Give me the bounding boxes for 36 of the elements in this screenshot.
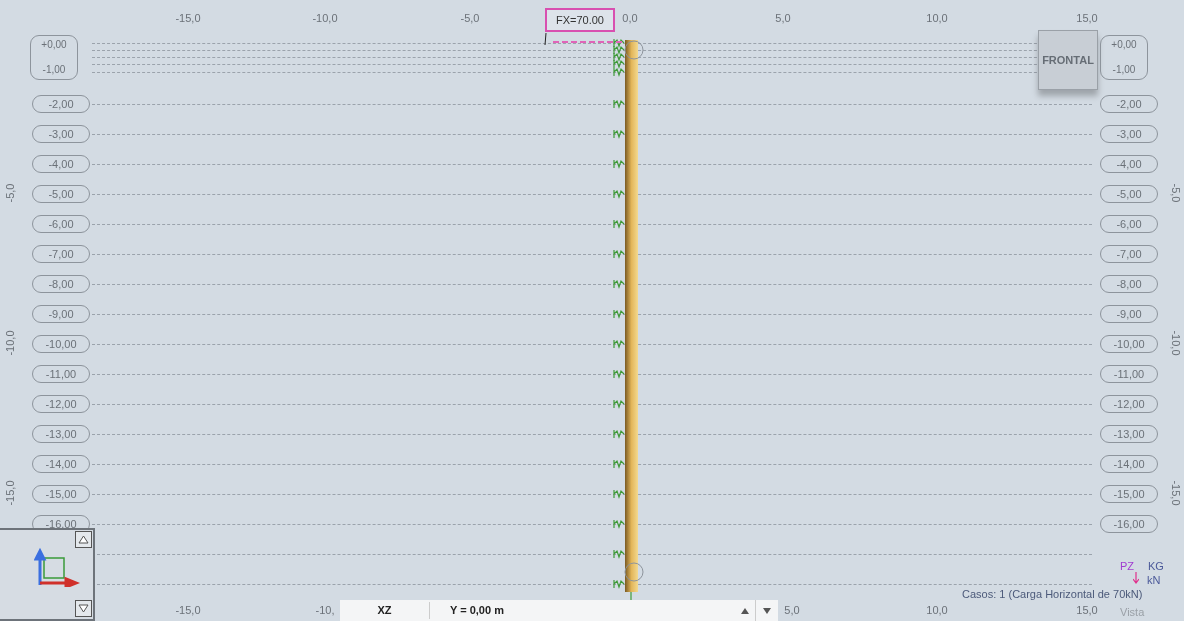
ruler-label: -5,0	[1169, 182, 1184, 205]
ruler-label: -5,0	[460, 11, 480, 26]
ruler-label: 5,0	[784, 603, 800, 618]
ruler-label: 5,0	[775, 11, 791, 26]
ruler-label: 15,0	[1076, 603, 1098, 618]
ruler-label: -10,0	[2, 329, 17, 358]
axes-icon	[34, 547, 80, 587]
arrow-icon	[1133, 572, 1139, 584]
unit-label: kN	[1147, 573, 1161, 588]
offset-field[interactable]: Y = 0,00 m	[430, 602, 734, 619]
plane-label: XZ	[340, 602, 430, 619]
ruler-label: 15,0	[1076, 11, 1098, 26]
triangle-down-icon	[78, 604, 89, 613]
ruler-label: 10,0	[926, 603, 948, 618]
up-arrow-icon	[740, 607, 749, 614]
level-label: +0,00 -1,00	[30, 35, 78, 80]
ruler-label: -15,0	[175, 603, 201, 618]
load-label: FX=70.00	[545, 8, 615, 32]
view-label: Vista	[1120, 605, 1145, 620]
ruler-label: -5,0	[2, 182, 17, 205]
ruler-label: 0,0	[622, 11, 638, 26]
triangle-up-icon	[78, 535, 89, 544]
unit-label: KG	[1148, 559, 1164, 574]
scroll-up-button[interactable]	[75, 531, 92, 548]
ruler-label: -10,0	[1169, 329, 1184, 358]
level-label: +0,00 -1,00	[1100, 35, 1148, 80]
ruler-label: -10,	[315, 603, 335, 618]
ruler-label: -15,0	[2, 479, 17, 508]
ruler-label: 10,0	[926, 11, 948, 26]
ruler-label: -10,0	[312, 11, 338, 26]
force-label: PZ	[1120, 559, 1135, 574]
scroll-down-button[interactable]	[75, 600, 92, 617]
ruler-label: -15,0	[1169, 479, 1184, 508]
load-case-text: Casos: 1 (Carga Horizontal de 70kN)	[962, 587, 1143, 602]
ruler-label: -15,0	[175, 11, 201, 26]
down-arrow-icon	[763, 607, 771, 614]
